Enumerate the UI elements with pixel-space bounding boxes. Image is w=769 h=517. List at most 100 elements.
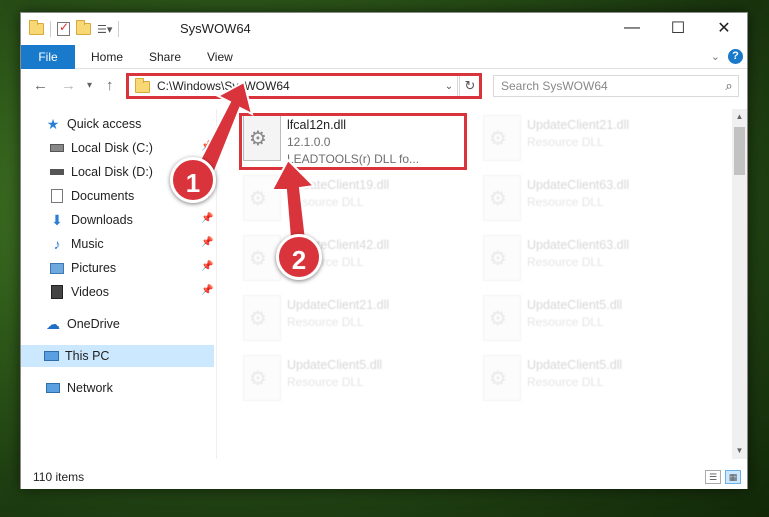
sidebar-item-videos[interactable]: Videos bbox=[49, 281, 109, 303]
properties-icon[interactable] bbox=[57, 20, 70, 36]
file-description: LEADTOOLS(r) DLL fo... bbox=[287, 152, 420, 166]
pin-icon[interactable]: 📌 bbox=[201, 285, 213, 296]
close-button[interactable]: ✕ bbox=[701, 13, 747, 43]
details-view-icon[interactable]: ☰ bbox=[705, 470, 721, 484]
network-icon bbox=[45, 380, 61, 396]
sidebar-item-label: Downloads bbox=[71, 213, 133, 227]
dll-file-icon bbox=[483, 175, 521, 221]
file-name: UpdateClient5.dll bbox=[527, 358, 623, 372]
list-item[interactable]: UpdateClient21.dll Resource DLL bbox=[239, 291, 467, 345]
list-item-lfcal12n[interactable]: lfcal12n.dll 12.1.0.0 LEADTOOLS(r) DLL f… bbox=[239, 111, 467, 166]
file-name: UpdateClient19.dll bbox=[287, 178, 390, 192]
dll-file-icon bbox=[483, 295, 521, 341]
list-item[interactable]: UpdateClient63.dll Resource DLL bbox=[479, 171, 707, 225]
file-list: lfcal12n.dll 12.1.0.0 LEADTOOLS(r) DLL f… bbox=[221, 105, 731, 465]
vertical-scrollbar[interactable]: ▲ ▼ bbox=[732, 109, 747, 459]
minimize-button[interactable]: — bbox=[609, 13, 655, 43]
list-item[interactable]: UpdateClient5.dll Resource DLL bbox=[479, 291, 707, 345]
dll-file-icon bbox=[243, 175, 281, 221]
computer-icon bbox=[43, 348, 59, 364]
sidebar-item-label: Videos bbox=[71, 285, 109, 299]
dll-file-icon bbox=[243, 295, 281, 341]
address-path[interactable]: C:\Windows\SysWOW64 bbox=[157, 79, 441, 93]
maximize-button[interactable]: ☐ bbox=[655, 13, 701, 43]
new-folder-icon[interactable] bbox=[76, 20, 91, 35]
customize-toolbar-icon[interactable]: ☰▾ bbox=[97, 23, 112, 36]
file-type: Resource DLL bbox=[287, 315, 364, 329]
scroll-thumb[interactable] bbox=[734, 127, 745, 175]
scroll-down-icon[interactable]: ▼ bbox=[732, 443, 747, 459]
dll-file-icon bbox=[243, 115, 281, 161]
sidebar-item-local-disk-c[interactable]: Local Disk (C:) bbox=[49, 137, 153, 159]
scroll-up-icon[interactable]: ▲ bbox=[732, 109, 747, 125]
sidebar-item-onedrive[interactable]: ☁ OneDrive bbox=[45, 313, 120, 335]
refresh-button[interactable]: ↻ bbox=[459, 75, 481, 97]
expand-ribbon-icon[interactable]: ⌄ bbox=[711, 50, 720, 63]
dll-file-icon bbox=[483, 235, 521, 281]
up-arrow-icon[interactable]: ↑ bbox=[106, 77, 114, 94]
search-icon[interactable]: ⌕ bbox=[720, 78, 738, 94]
window-controls: — ☐ ✕ bbox=[609, 13, 747, 43]
file-type: Resource DLL bbox=[527, 315, 604, 329]
tab-view[interactable]: View bbox=[207, 45, 233, 69]
navigation-bar: ← → ▾ ↑ C:\Windows\SysWOW64 ⌄ ↻ ⌕ bbox=[21, 70, 747, 102]
divider bbox=[118, 21, 119, 37]
ribbon-right-controls: ⌄ ? bbox=[711, 49, 743, 64]
sidebar-item-quick-access[interactable]: ★ Quick access bbox=[45, 113, 142, 135]
sidebar-item-label: OneDrive bbox=[67, 317, 120, 331]
search-box[interactable]: ⌕ bbox=[493, 75, 739, 97]
tab-home[interactable]: Home bbox=[91, 45, 123, 69]
pin-icon[interactable]: 📌 bbox=[201, 261, 213, 272]
search-input[interactable] bbox=[501, 79, 720, 93]
sidebar-item-label: Local Disk (D:) bbox=[71, 165, 153, 179]
sidebar-item-label: Documents bbox=[71, 189, 135, 203]
forward-arrow-icon[interactable]: → bbox=[61, 77, 76, 94]
pin-icon[interactable]: 📌 bbox=[201, 141, 213, 152]
videos-icon bbox=[49, 284, 65, 300]
list-item[interactable]: UpdateClient5.dll Resource DLL bbox=[239, 351, 467, 405]
sidebar-item-local-disk-d[interactable]: Local Disk (D:) bbox=[49, 161, 153, 183]
ribbon-tabs: File Home Share View ⌄ ? bbox=[21, 45, 747, 69]
folder-icon[interactable] bbox=[29, 20, 44, 35]
star-icon: ★ bbox=[46, 115, 60, 132]
file-name: UpdateClient21.dll bbox=[287, 298, 390, 312]
file-type: Resource DLL bbox=[527, 375, 604, 389]
sidebar-item-label: Network bbox=[67, 381, 113, 395]
file-type: Resource DLL bbox=[527, 135, 604, 149]
back-arrow-icon[interactable]: ← bbox=[33, 77, 48, 94]
explorer-window: ☰▾ SysWOW64 — ☐ ✕ File Home Share View ⌄… bbox=[20, 12, 748, 489]
sidebar-item-documents[interactable]: Documents bbox=[49, 185, 134, 207]
tab-share[interactable]: Share bbox=[149, 45, 181, 69]
pin-icon[interactable]: 📌 bbox=[201, 237, 213, 248]
list-item[interactable]: UpdateClient21.dll Resource DLL bbox=[479, 111, 707, 165]
help-icon[interactable]: ? bbox=[728, 49, 743, 64]
divider bbox=[50, 21, 51, 37]
pane-divider[interactable] bbox=[216, 109, 217, 459]
recent-locations-icon[interactable]: ▾ bbox=[87, 80, 92, 91]
sidebar-item-network[interactable]: Network bbox=[45, 377, 113, 399]
sidebar-item-music[interactable]: ♪ Music bbox=[49, 233, 104, 255]
file-type: Resource DLL bbox=[287, 195, 364, 209]
sidebar-item-downloads[interactable]: ⬇ Downloads bbox=[49, 209, 133, 231]
address-bar[interactable]: C:\Windows\SysWOW64 ⌄ bbox=[128, 75, 458, 97]
sidebar-item-this-pc[interactable]: This PC bbox=[21, 345, 214, 367]
tiles-view-icon[interactable]: ▦ bbox=[725, 470, 741, 484]
dll-file-icon bbox=[483, 115, 521, 161]
pin-icon[interactable]: 📌 bbox=[201, 213, 213, 224]
list-item[interactable]: UpdateClient5.dll Resource DLL bbox=[479, 351, 707, 405]
sidebar-item-pictures[interactable]: Pictures bbox=[49, 257, 116, 279]
chevron-down-icon[interactable]: ⌄ bbox=[441, 81, 457, 92]
view-toggle: ☰ ▦ bbox=[705, 470, 741, 484]
sidebar-item-label: Pictures bbox=[71, 261, 117, 275]
file-name: UpdateClient63.dll bbox=[527, 238, 630, 252]
tab-file[interactable]: File bbox=[21, 45, 75, 69]
list-item[interactable]: UpdateClient42.dllResource DLL bbox=[239, 231, 467, 285]
drive-icon bbox=[49, 140, 65, 156]
sidebar-item-label: Local Disk (C:) bbox=[71, 141, 153, 155]
list-item[interactable]: UpdateClient19.dll Resource DLL bbox=[239, 171, 467, 225]
drive-icon bbox=[49, 164, 65, 180]
list-item[interactable]: UpdateClient63.dll Resource DLL bbox=[479, 231, 707, 285]
file-type: Resource DLL bbox=[287, 375, 364, 389]
sidebar-item-label: Quick access bbox=[67, 117, 142, 131]
file-name: UpdateClient5.dll bbox=[287, 358, 383, 372]
